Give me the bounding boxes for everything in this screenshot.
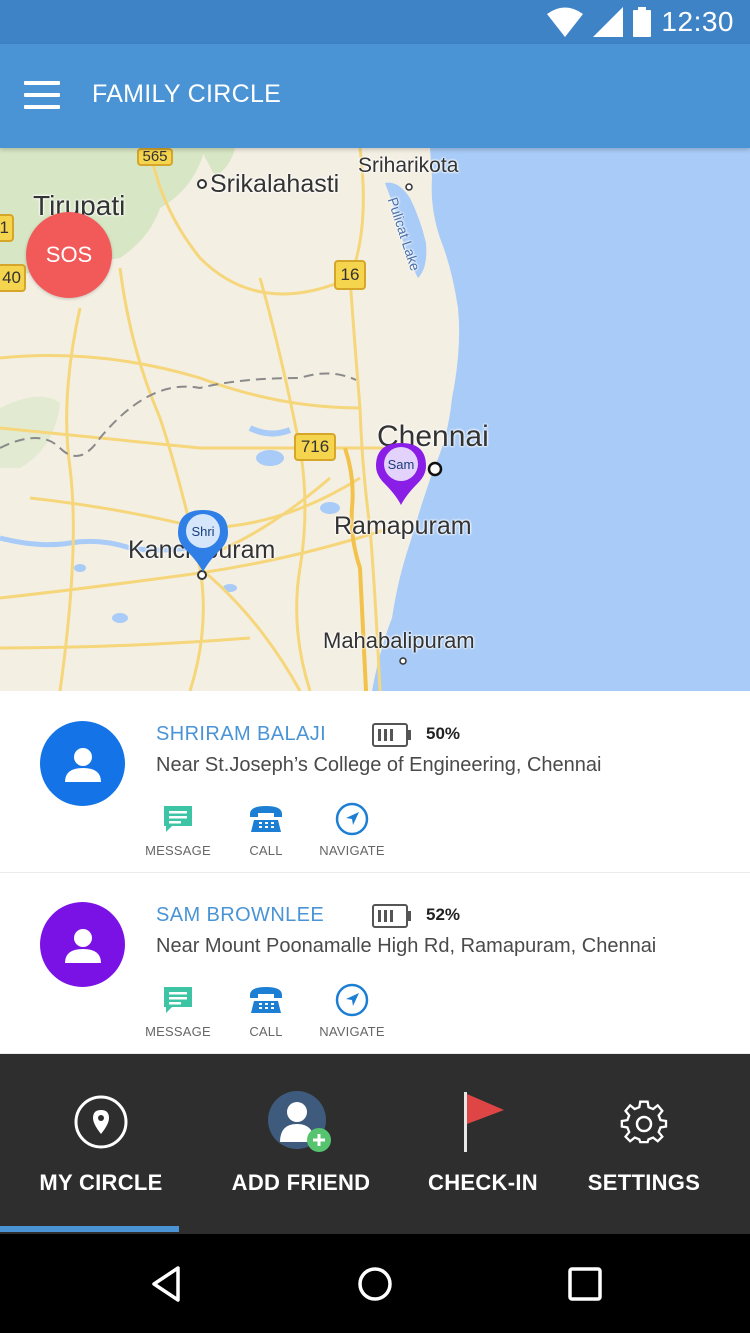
place-dot-mahabalipuram bbox=[399, 657, 407, 665]
friend-name: SAM BROWNLEE bbox=[156, 904, 325, 926]
phone-icon bbox=[250, 806, 282, 832]
road-shield-40: 40 bbox=[0, 264, 26, 292]
tab-add-friend[interactable]: ADD FRIEND bbox=[202, 1054, 400, 1234]
map-pin-label: Shri bbox=[191, 524, 215, 539]
person-icon bbox=[64, 747, 101, 782]
avatar bbox=[40, 902, 125, 987]
battery-level: 52% bbox=[426, 905, 461, 924]
tab-my-circle[interactable]: MY CIRCLE bbox=[0, 1054, 202, 1234]
navigate-icon bbox=[335, 983, 369, 1017]
message-icon bbox=[164, 987, 192, 1013]
home-icon[interactable] bbox=[353, 1262, 397, 1306]
road-shield-716: 716 bbox=[294, 433, 336, 461]
road-shield-1: 1 bbox=[0, 214, 14, 242]
map-pin-shri[interactable]: Shri bbox=[178, 510, 228, 574]
wifi-icon bbox=[547, 7, 584, 37]
location-pin-icon bbox=[74, 1095, 128, 1149]
tab-label: CHECK-IN bbox=[428, 1170, 538, 1195]
friend-card[interactable]: SAM BROWNLEE 52% Near Mount Poonamalle H… bbox=[0, 872, 750, 1054]
map-pin-icon bbox=[376, 443, 426, 505]
map-pin-icon bbox=[178, 510, 228, 572]
tab-settings[interactable]: SETTINGS bbox=[566, 1054, 722, 1234]
navigate-label: NAVIGATE bbox=[319, 843, 385, 858]
friends-list: SHRIRAM BALAJI 50% Near St.Joseph’s Coll… bbox=[0, 691, 750, 1054]
place-label-mahabalipuram: Mahabalipuram bbox=[323, 628, 475, 653]
battery-icon bbox=[372, 723, 411, 747]
add-friend-icon bbox=[268, 1091, 331, 1152]
battery-icon bbox=[372, 904, 411, 928]
message-button[interactable]: MESSAGE bbox=[133, 801, 223, 858]
navigate-icon bbox=[335, 802, 369, 836]
map-pin-sam[interactable]: Sam bbox=[376, 443, 426, 507]
message-label: MESSAGE bbox=[145, 843, 211, 858]
navigate-button[interactable]: NAVIGATE bbox=[307, 982, 397, 1039]
tab-label: SETTINGS bbox=[587, 1170, 701, 1195]
place-label-srikalahasti: Srikalahasti bbox=[210, 170, 340, 198]
place-label-sriharikota: Sriharikota bbox=[358, 154, 459, 177]
tab-check-in[interactable]: CHECK-IN bbox=[400, 1054, 566, 1234]
call-button[interactable]: CALL bbox=[221, 982, 311, 1039]
page-title: FAMILY CIRCLE bbox=[92, 80, 282, 108]
map-pin-label: Sam bbox=[387, 457, 415, 472]
message-label: MESSAGE bbox=[145, 1024, 211, 1039]
status-bar: 12:30 bbox=[0, 0, 750, 44]
place-dot-sriharikota bbox=[405, 183, 413, 191]
system-nav-bar bbox=[0, 1234, 750, 1333]
road-shield-16: 16 bbox=[334, 260, 366, 290]
status-time: 12:30 bbox=[661, 6, 734, 37]
call-button[interactable]: CALL bbox=[221, 801, 311, 858]
signal-icon bbox=[593, 7, 624, 37]
place-dot-chennai bbox=[427, 461, 443, 477]
friend-name: SHRIRAM BALAJI bbox=[156, 723, 327, 745]
recents-icon[interactable] bbox=[563, 1262, 607, 1306]
menu-icon[interactable] bbox=[24, 81, 60, 109]
tab-label: ADD FRIEND bbox=[231, 1170, 371, 1195]
bottom-tab-bar: MY CIRCLE ADD FRIEND CHECK-IN SETTINGS bbox=[0, 1054, 750, 1234]
battery-level: 50% bbox=[426, 724, 461, 743]
battery-icon bbox=[633, 7, 652, 37]
back-icon[interactable] bbox=[146, 1262, 190, 1306]
avatar bbox=[40, 721, 125, 806]
friend-address: Near Mount Poonamalle High Rd, Ramapuram… bbox=[156, 935, 657, 957]
place-dot-srikalahasti bbox=[197, 179, 207, 189]
friend-address: Near St.Joseph’s College of Engineering,… bbox=[156, 754, 602, 776]
call-label: CALL bbox=[249, 843, 283, 858]
map-view[interactable]: 565 16 716 40 1 Tirupati Srikalahasti Sr… bbox=[0, 148, 750, 691]
road-shield-565: 565 bbox=[137, 148, 173, 166]
gear-icon bbox=[620, 1100, 668, 1144]
flag-icon bbox=[464, 1092, 504, 1152]
person-icon bbox=[64, 928, 101, 963]
message-icon bbox=[164, 806, 192, 832]
tab-label: MY CIRCLE bbox=[39, 1170, 163, 1195]
app-bar: FAMILY CIRCLE bbox=[0, 44, 750, 148]
navigate-button[interactable]: NAVIGATE bbox=[307, 801, 397, 858]
friend-card[interactable]: SHRIRAM BALAJI 50% Near St.Joseph’s Coll… bbox=[0, 691, 750, 873]
place-label-ramapuram: Ramapuram bbox=[334, 512, 472, 540]
map-canvas bbox=[0, 148, 750, 691]
phone-icon bbox=[250, 987, 282, 1013]
active-tab-indicator bbox=[0, 1226, 179, 1232]
call-label: CALL bbox=[249, 1024, 283, 1039]
navigate-label: NAVIGATE bbox=[319, 1024, 385, 1039]
sos-button[interactable]: SOS bbox=[26, 212, 112, 298]
message-button[interactable]: MESSAGE bbox=[133, 982, 223, 1039]
